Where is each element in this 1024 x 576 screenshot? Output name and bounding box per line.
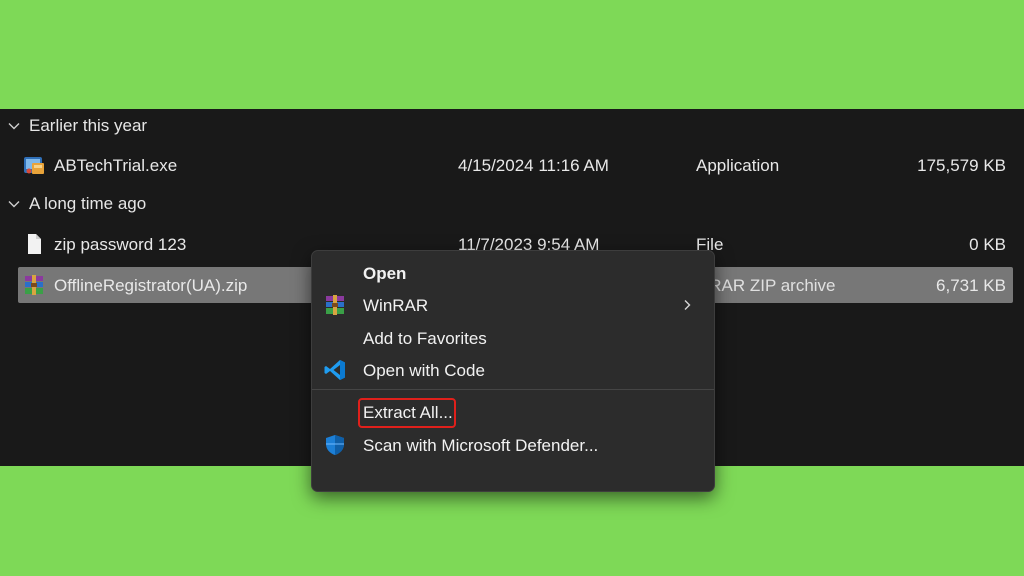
- winrar-archive-icon: [25, 275, 43, 295]
- vscode-icon: [324, 360, 345, 380]
- menu-item-open-with-code[interactable]: Open with Code: [316, 354, 710, 386]
- file-date: 4/15/2024 11:16 AM: [458, 156, 609, 175]
- installer-icon: [24, 157, 44, 174]
- group-label: Earlier this year: [29, 116, 148, 135]
- file-name: OfflineRegistrator(UA).zip: [54, 276, 248, 295]
- menu-item-extract-all[interactable]: Extract All...: [316, 396, 710, 428]
- menu-item-add-to-favorites[interactable]: Add to Favorites: [316, 322, 710, 354]
- menu-item-label: Scan with Microsoft Defender...: [363, 436, 599, 455]
- defender-shield-icon: [326, 435, 344, 455]
- winrar-icon: [326, 295, 344, 315]
- context-menu: Open WinRAR Add to Favorites Open with C…: [311, 250, 715, 492]
- chevron-right-icon: [684, 300, 691, 310]
- menu-item-label: Open: [363, 264, 407, 283]
- menu-item-label: WinRAR: [363, 296, 429, 315]
- file-name: zip password 123: [54, 235, 187, 254]
- menu-item-open[interactable]: Open: [316, 257, 710, 289]
- file-icon: [28, 234, 41, 254]
- chevron-down-icon: [8, 201, 20, 208]
- group-label: A long time ago: [29, 194, 147, 213]
- file-size: 175,579 KB: [917, 156, 1006, 175]
- menu-item-label: Open with Code: [363, 361, 485, 380]
- file-row[interactable]: ABTechTrial.exe 4/15/2024 11:16 AM Appli…: [18, 147, 1013, 183]
- file-size: 0 KB: [969, 235, 1006, 254]
- menu-item-scan-with-defender[interactable]: Scan with Microsoft Defender...: [316, 429, 710, 461]
- file-name: ABTechTrial.exe: [54, 156, 178, 175]
- group-header-earlier-this-year[interactable]: Earlier this year: [0, 111, 1024, 141]
- file-size: 6,731 KB: [936, 276, 1006, 295]
- group-header-a-long-time-ago[interactable]: A long time ago: [0, 189, 1024, 219]
- file-type: Application: [696, 156, 780, 175]
- file-type: inRAR ZIP archive: [696, 276, 836, 295]
- menu-separator: [312, 389, 714, 390]
- menu-item-label: Add to Favorites: [363, 329, 487, 348]
- menu-item-label: Extract All...: [363, 403, 453, 422]
- chevron-down-icon: [8, 123, 20, 130]
- menu-item-winrar[interactable]: WinRAR: [316, 289, 710, 321]
